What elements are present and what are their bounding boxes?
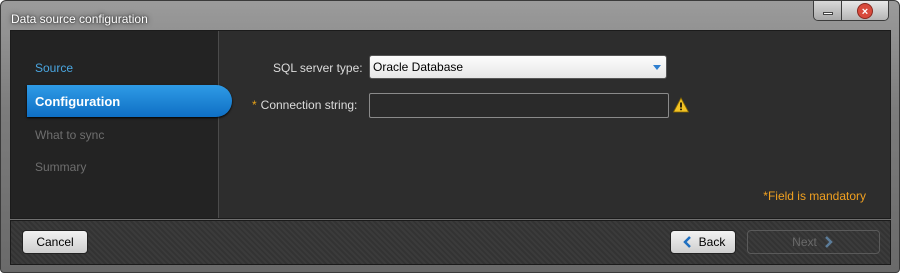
step-summary: Summary	[35, 160, 87, 174]
connection-string-label: Connection string:	[260, 98, 358, 112]
connection-string-input[interactable]	[369, 93, 669, 118]
cancel-button[interactable]: Cancel	[22, 230, 88, 254]
close-button[interactable]: ×	[842, 1, 888, 20]
minimize-icon	[822, 12, 833, 15]
required-marker: *	[252, 98, 257, 112]
mandatory-field-note: *Field is mandatory	[763, 189, 866, 203]
sql-server-type-select[interactable]: Oracle Database	[369, 55, 667, 79]
minimize-button[interactable]	[814, 1, 842, 20]
main-panel: Source Configuration What to sync Summar…	[10, 30, 891, 219]
dialog-window: Data source configuration × Source Confi…	[0, 0, 900, 273]
close-icon: ×	[857, 2, 873, 19]
warning-icon	[673, 97, 689, 113]
chevron-left-icon	[682, 236, 691, 248]
step-configuration[interactable]: Configuration	[27, 85, 232, 117]
back-button-label: Back	[698, 235, 726, 249]
sql-server-type-label: SQL server type:	[273, 61, 363, 75]
sql-server-type-row: SQL server type:	[273, 61, 363, 75]
back-button[interactable]: Back	[670, 230, 736, 254]
step-source[interactable]: Source	[27, 52, 232, 84]
window-controls: ×	[813, 1, 889, 21]
step-what-to-sync: What to sync	[35, 128, 105, 142]
next-button: Next	[747, 230, 880, 254]
chevron-right-icon	[824, 236, 833, 248]
connection-string-row: * Connection string:	[252, 98, 357, 112]
title-bar[interactable]: Data source configuration ×	[1, 1, 899, 31]
dialog-footer: Cancel Back Next	[10, 220, 891, 265]
next-button-label: Next	[792, 235, 817, 249]
dropdown-arrow-icon	[653, 65, 661, 70]
sql-server-type-value: Oracle Database	[373, 60, 464, 74]
window-title: Data source configuration	[11, 12, 148, 26]
